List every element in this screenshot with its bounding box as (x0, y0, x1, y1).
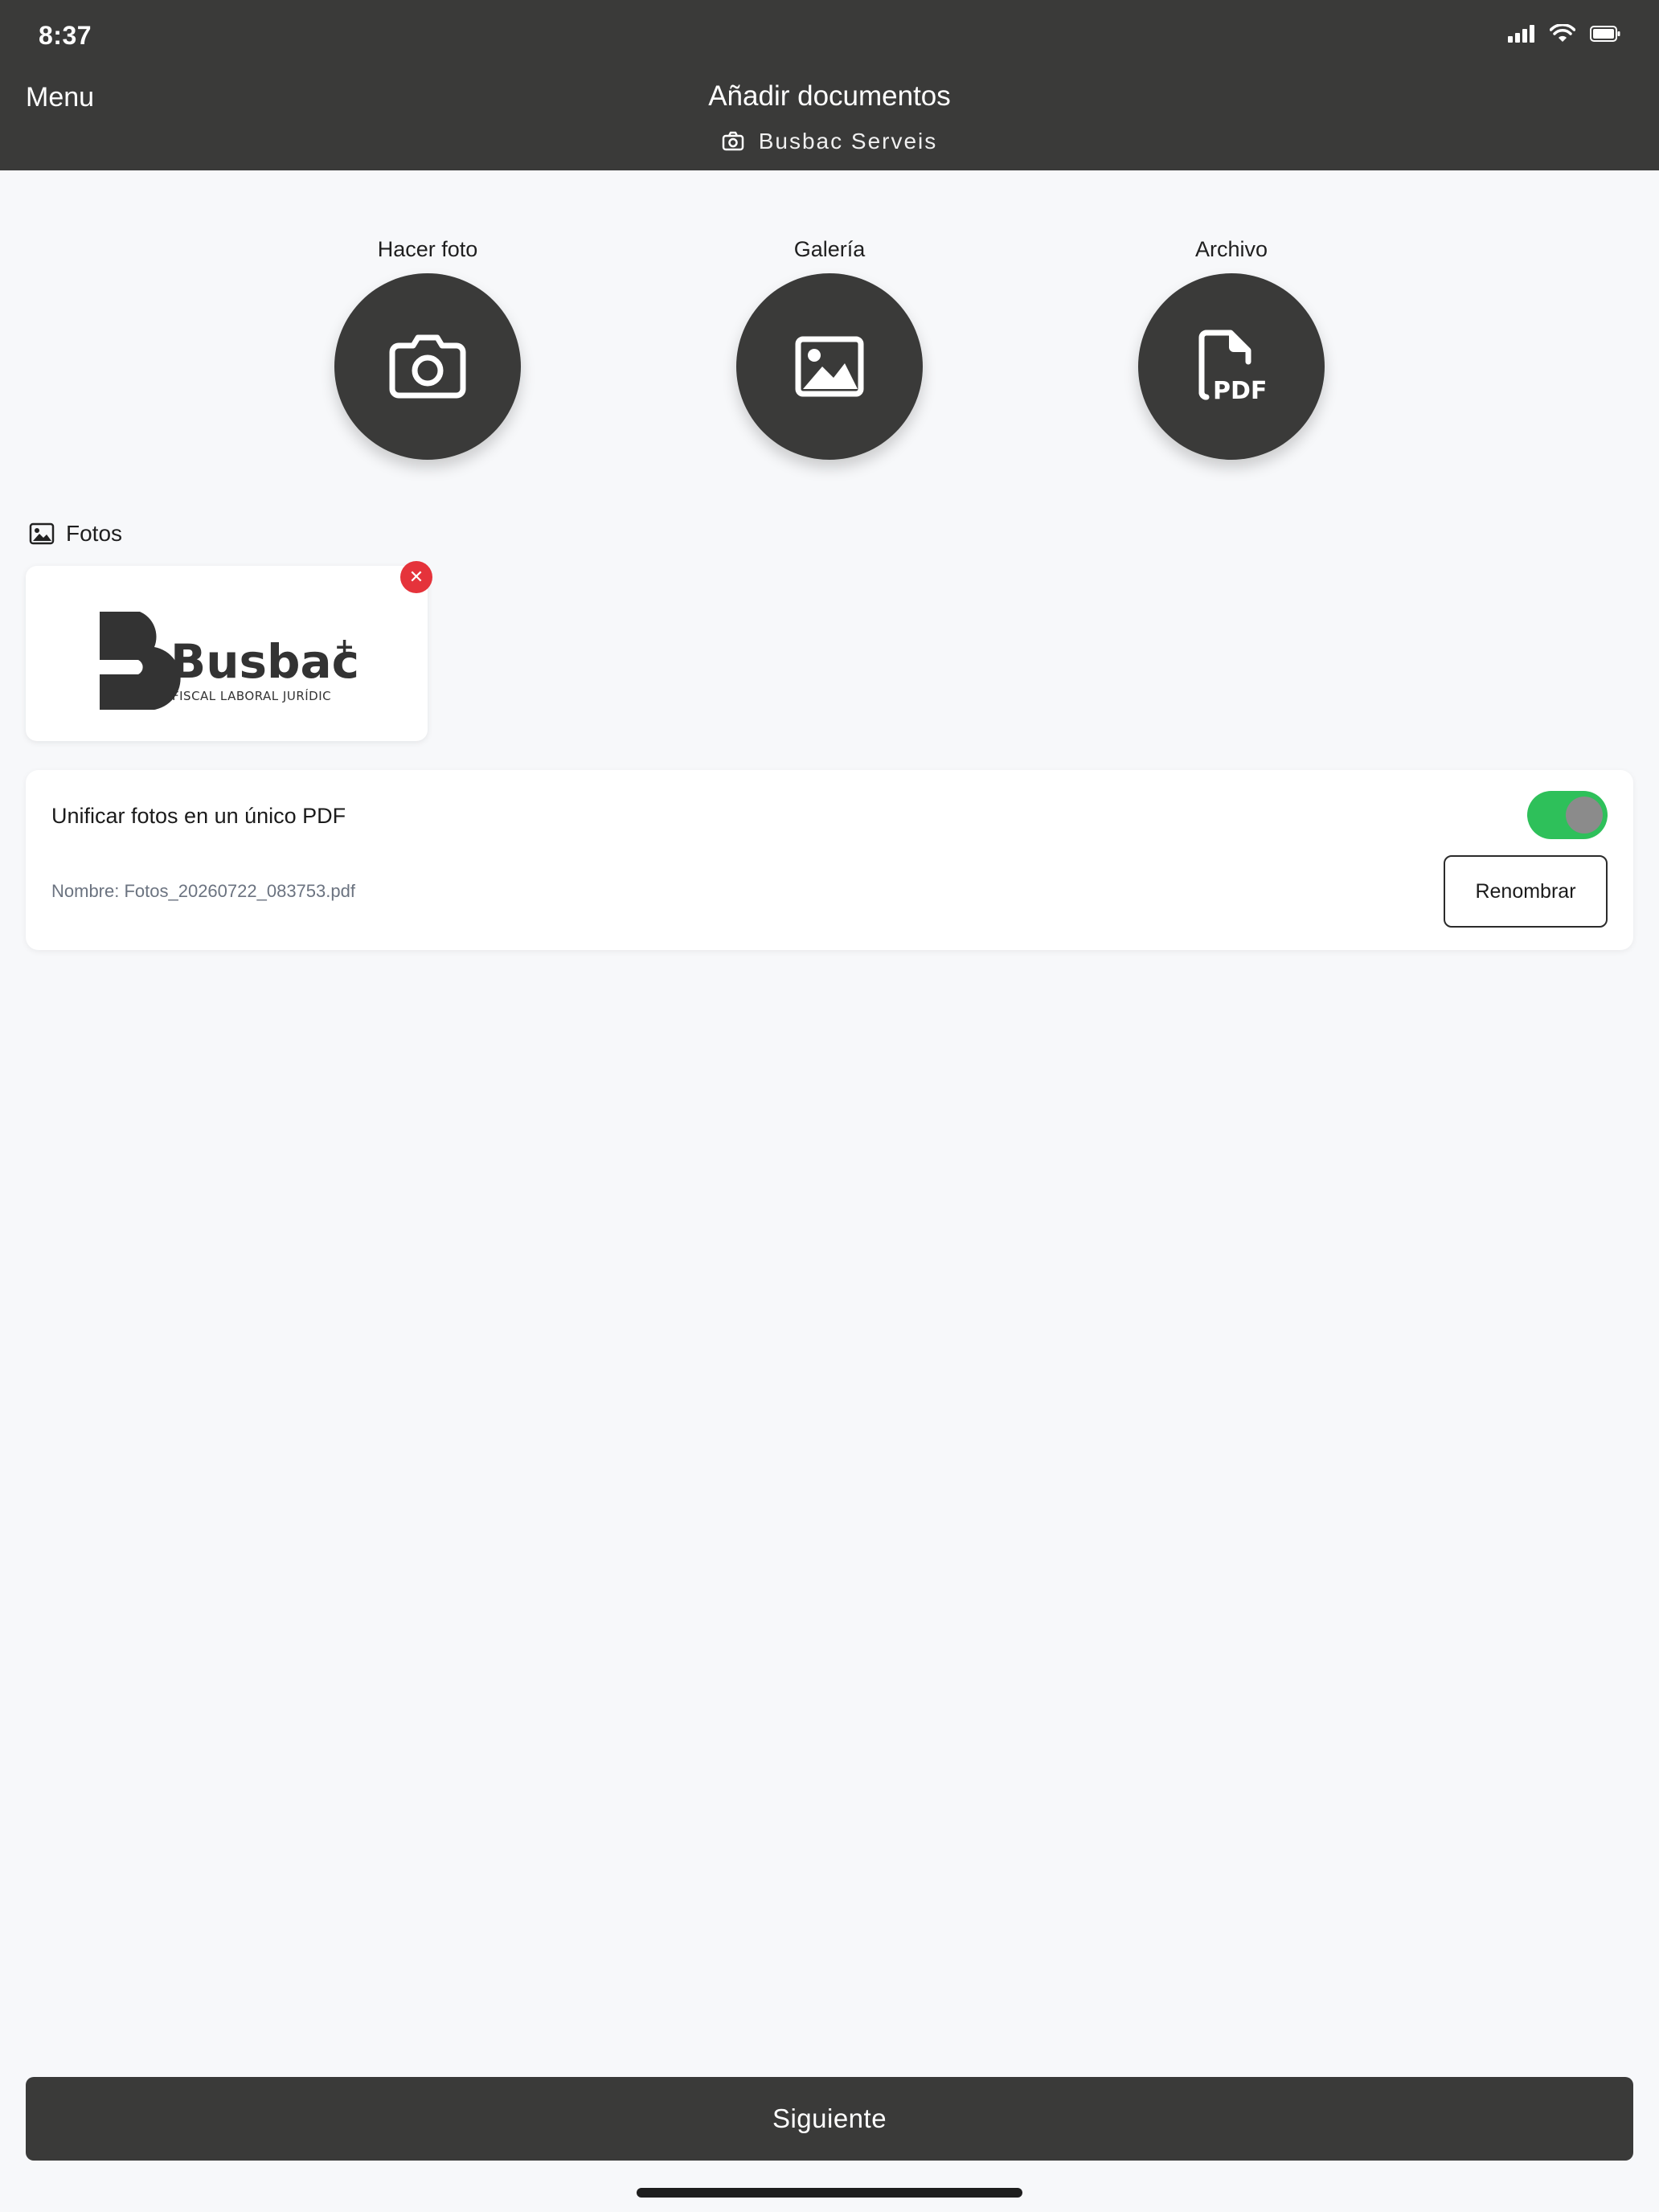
next-button[interactable]: Siguiente (26, 2077, 1633, 2161)
remove-photo-button[interactable]: ✕ (400, 561, 432, 593)
wifi-icon (1550, 24, 1575, 42)
take-photo-button[interactable] (334, 273, 521, 460)
close-icon: ✕ (408, 567, 424, 587)
gallery-button[interactable] (736, 273, 923, 460)
file-button[interactable]: PDF (1138, 273, 1325, 460)
app-header: 8:37 Menu Añadir documentos Busbac Serve… (0, 0, 1659, 170)
image-icon (795, 336, 864, 397)
camera-icon (389, 334, 466, 399)
take-photo-action[interactable]: Hacer foto (331, 233, 524, 460)
toggle-knob (1566, 797, 1603, 834)
svg-text:Busbac: Busbac (170, 634, 359, 689)
file-label: Archivo (1194, 237, 1268, 261)
gallery-action[interactable]: Galería (733, 233, 926, 460)
gallery-label: Galería (793, 237, 866, 261)
merge-settings-card: Unificar fotos en un único PDF Nombre: F… (26, 770, 1633, 950)
photos-section-header: Fotos (29, 521, 122, 547)
svg-text:PDF: PDF (1213, 377, 1267, 403)
status-time: 8:37 (39, 21, 92, 50)
merge-pdf-label: Unificar fotos en un único PDF (51, 804, 346, 828)
busbac-logo: Busbac + FISCAL LABORAL JURÍDIC (100, 612, 359, 710)
pdf-file-name: Nombre: Fotos_20260722_083753.pdf (51, 881, 355, 901)
home-indicator (637, 2188, 1022, 2198)
photo-thumbnail[interactable]: Busbac + FISCAL LABORAL JURÍDIC (26, 566, 428, 741)
status-icons (1508, 24, 1620, 43)
page-subtitle: Busbac Serveis (0, 129, 1659, 154)
page-title: Añadir documentos (708, 80, 951, 112)
svg-text:FISCAL LABORAL JURÍDIC: FISCAL LABORAL JURÍDIC (172, 688, 331, 703)
merge-pdf-toggle[interactable] (1527, 791, 1608, 839)
image-icon (29, 522, 55, 545)
pdf-file-icon: PDF (1198, 330, 1267, 403)
file-action[interactable]: Archivo PDF (1135, 233, 1328, 460)
rename-button[interactable]: Renombrar (1444, 855, 1608, 928)
camera-icon (722, 131, 743, 151)
cellular-signal-icon (1508, 25, 1534, 43)
take-photo-label: Hacer foto (377, 237, 478, 261)
svg-text:+: + (334, 633, 354, 662)
photos-section-title: Fotos (66, 521, 123, 546)
subtitle-text: Busbac Serveis (758, 129, 938, 154)
battery-icon (1590, 26, 1620, 42)
